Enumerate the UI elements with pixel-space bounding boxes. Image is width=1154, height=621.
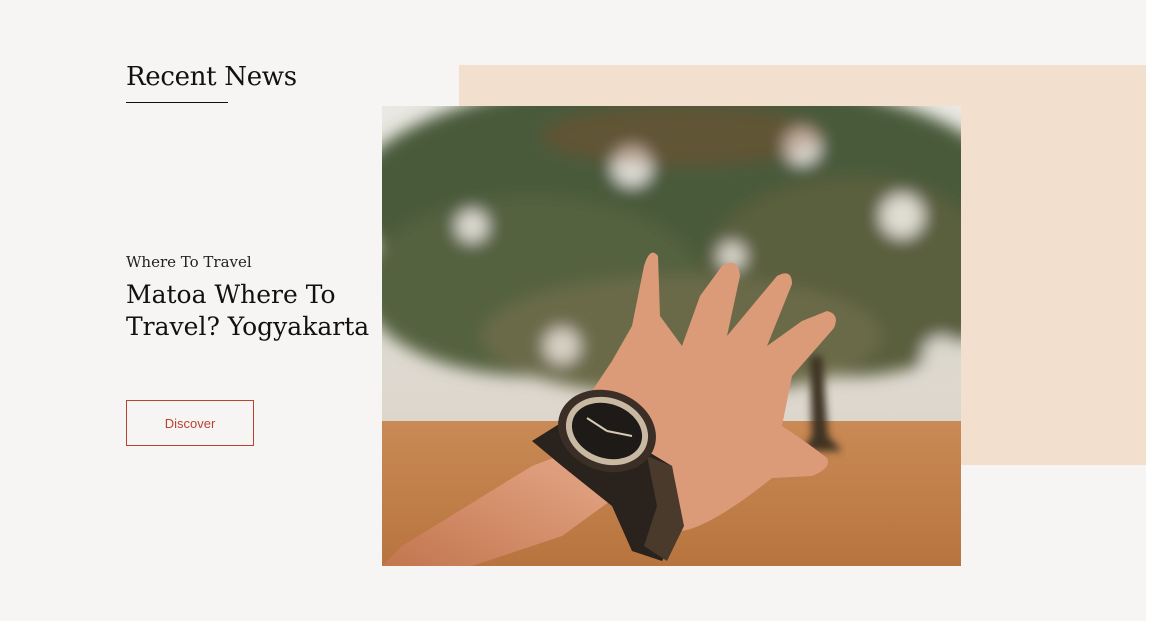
article-image[interactable] bbox=[382, 106, 961, 566]
section-title: Recent News bbox=[126, 62, 297, 92]
article-headline[interactable]: Matoa Where To Travel? Yogyakarta bbox=[126, 279, 376, 343]
wristwatch-photo bbox=[382, 106, 961, 566]
discover-button[interactable]: Discover bbox=[126, 400, 254, 446]
section-title-underline bbox=[126, 102, 228, 103]
article-category[interactable]: Where To Travel bbox=[126, 253, 252, 271]
